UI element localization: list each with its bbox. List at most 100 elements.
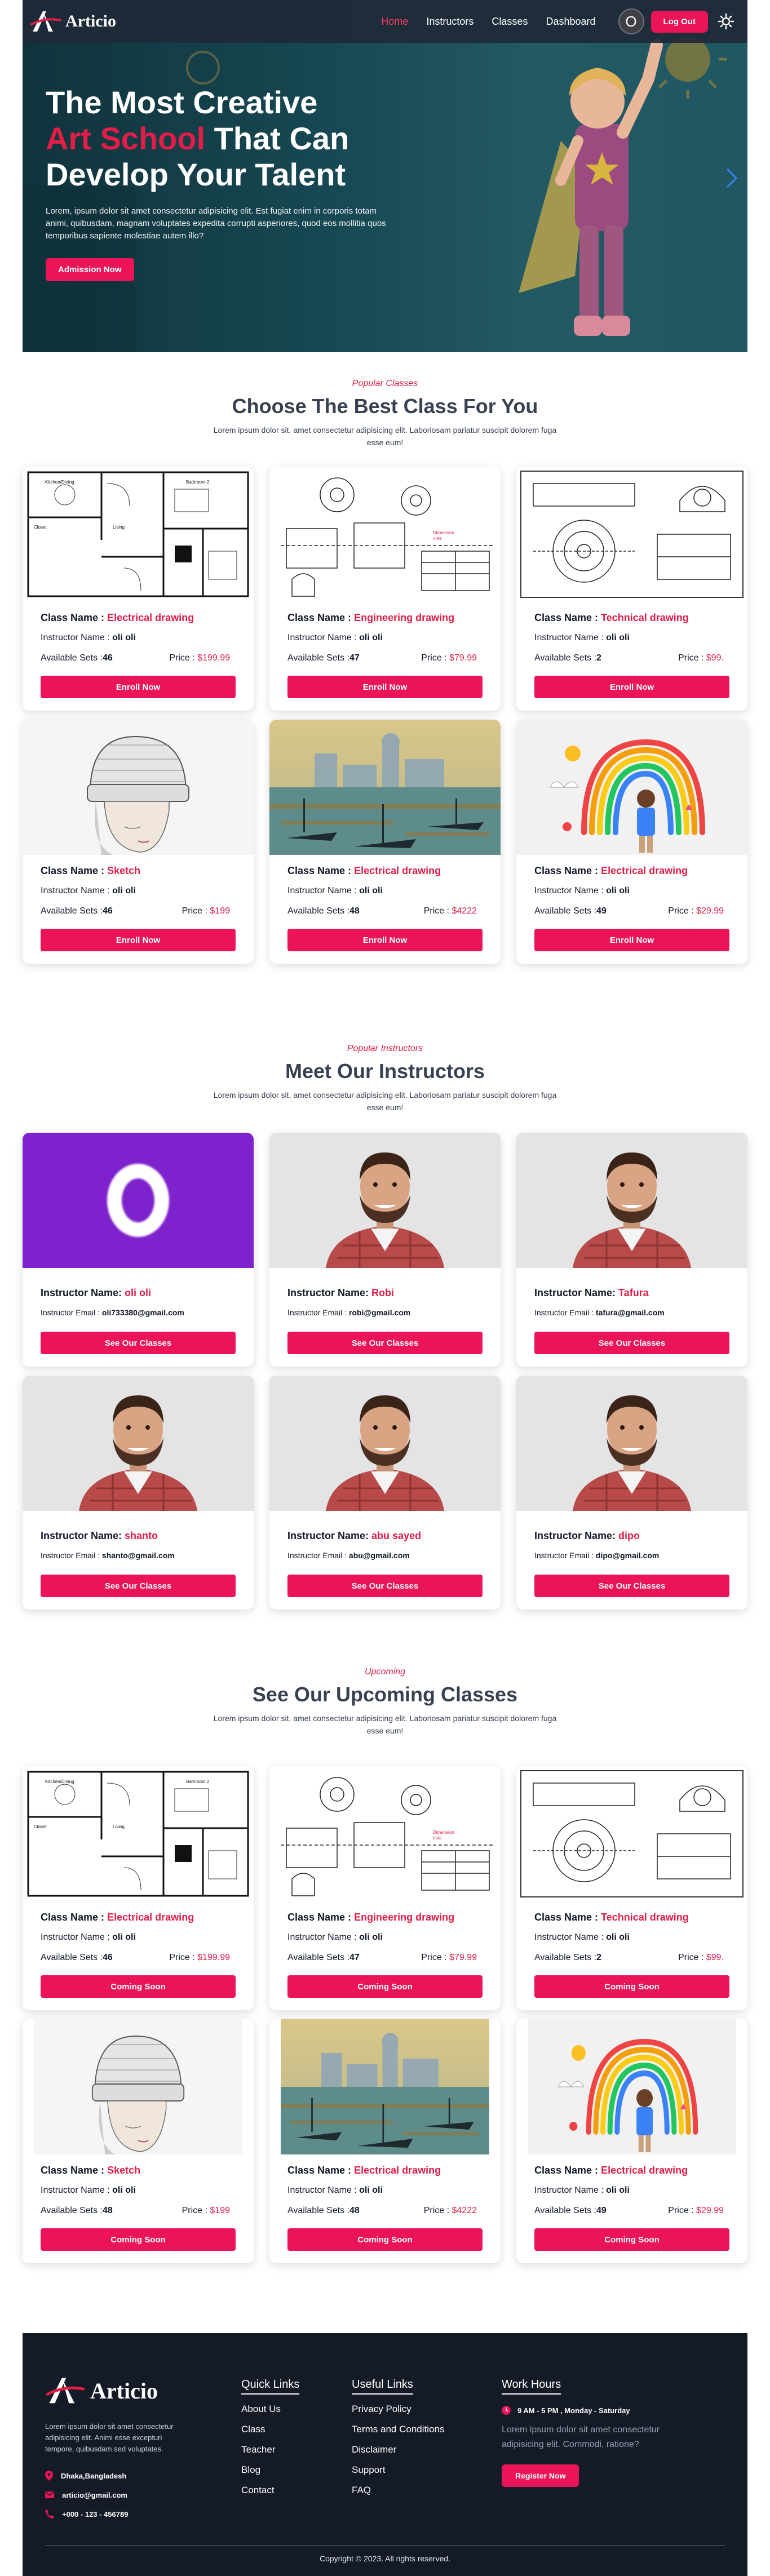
enroll-now-button[interactable]: Enroll Now xyxy=(534,929,729,951)
enroll-now-button[interactable]: Enroll Now xyxy=(534,676,729,698)
class-card-body: Class Name : Engineering drawing Instruct… xyxy=(269,602,501,711)
instructor-name: Instructor Name : oli oli xyxy=(534,1932,729,1943)
brand-name: Articio xyxy=(65,12,116,30)
sun-icon xyxy=(718,13,734,30)
instructor-email: Instructor Email : oli733380@gmail.com xyxy=(41,1308,236,1317)
svg-text:Dimension: Dimension xyxy=(433,1830,454,1835)
theme-toggle[interactable] xyxy=(716,11,736,32)
instructor-email-label: Instructor Email : xyxy=(287,1551,349,1560)
svg-text:Kitchen/Dining: Kitchen/Dining xyxy=(45,480,74,485)
class-price: Price : $99. xyxy=(678,1953,724,1963)
see-our-classes-button[interactable]: See Our Classes xyxy=(534,1332,729,1354)
svg-text:Closet: Closet xyxy=(34,525,47,530)
instructor-name-value: oli oli xyxy=(112,886,136,895)
instructor-name: Instructor Name : oli oli xyxy=(287,633,483,643)
class-meta-row: Available Sets :48 Price : $4222 xyxy=(287,906,483,916)
instructor-photo xyxy=(269,1376,501,1511)
popular-classes-grid: Closet Living Bathroom 2 Kitchen/Dining Clas… xyxy=(23,467,747,964)
footer-link-teacher[interactable]: Teacher xyxy=(241,2444,299,2455)
instructor-email: Instructor Email : abu@gmail.com xyxy=(287,1551,483,1560)
nav-link-dashboard[interactable]: Dashboard xyxy=(546,16,595,28)
footer-logo[interactable]: Articio xyxy=(45,2375,158,2406)
class-name-value: Electrical drawing xyxy=(354,2165,441,2176)
instructor-email-label: Instructor Email : xyxy=(41,1551,102,1560)
class-price: Price : $199 xyxy=(182,906,230,916)
instructor-name-label: Instructor Name : xyxy=(534,1932,607,1942)
class-card: Class Name : Electrical drawing Instructo… xyxy=(269,720,501,964)
logout-button[interactable]: Log Out xyxy=(650,10,708,33)
instructor-name: Instructor Name: Robi xyxy=(287,1287,483,1299)
see-our-classes-button[interactable]: See Our Classes xyxy=(41,1575,236,1597)
coming-soon-button[interactable]: Coming Soon xyxy=(287,2228,483,2251)
available-sets-value: 49 xyxy=(596,906,607,916)
class-name-label: Class Name : xyxy=(287,1912,355,1923)
instructors-header: Popular Instructors Meet Our Instructors… xyxy=(23,1044,747,1114)
class-image xyxy=(528,2019,736,2154)
class-name-value: Engineering drawing xyxy=(354,612,455,623)
enroll-now-button[interactable]: Enroll Now xyxy=(41,929,236,951)
see-our-classes-button[interactable]: See Our Classes xyxy=(287,1332,483,1354)
instructor-name-label: Instructor Name : xyxy=(41,2185,113,2195)
clock-icon xyxy=(502,2406,511,2415)
user-avatar[interactable]: O xyxy=(618,8,644,34)
register-now-button[interactable]: Register Now xyxy=(502,2464,579,2487)
enroll-now-button[interactable]: Enroll Now xyxy=(287,676,483,698)
admission-now-button[interactable]: Admission Now xyxy=(46,258,134,281)
enroll-now-button[interactable]: Enroll Now xyxy=(287,929,483,951)
class-card: Dimension note Class Name : Engineering dr… xyxy=(269,1766,501,2010)
coming-soon-button[interactable]: Coming Soon xyxy=(534,2228,729,2251)
avatar-letter xyxy=(107,1164,169,1237)
footer-link-disclaimer[interactable]: Disclaimer xyxy=(352,2444,444,2455)
footer-link-contact[interactable]: Contact xyxy=(241,2485,299,2496)
footer-email[interactable]: articio@gmail.com xyxy=(45,2485,128,2504)
see-our-classes-button[interactable]: See Our Classes xyxy=(41,1332,236,1354)
class-card-body: Class Name : Technical drawing Instructor… xyxy=(516,602,747,711)
nav-link-instructors[interactable]: Instructors xyxy=(426,16,473,28)
price-value: $199 xyxy=(210,906,230,916)
upcoming-classes-grid: Closet Living Bathroom 2 Kitchen/Dining Clas… xyxy=(23,1766,747,2263)
coming-soon-button[interactable]: Coming Soon xyxy=(41,2228,236,2251)
footer-link-blog[interactable]: Blog xyxy=(241,2464,299,2476)
class-meta-row: Available Sets :49 Price : $29.99 xyxy=(534,906,729,916)
nav-link-home[interactable]: Home xyxy=(381,16,408,28)
instructor-name-label: Instructor Name: xyxy=(41,1287,125,1298)
instructor-name: Instructor Name : oli oli xyxy=(287,2185,483,2196)
instructor-email-label: Instructor Email : xyxy=(534,1308,596,1317)
class-image: Dimension note xyxy=(269,467,501,602)
price-label: Price : xyxy=(668,2206,697,2215)
coming-soon-button[interactable]: Coming Soon xyxy=(41,1975,236,1998)
instructor-name-value: oli oli xyxy=(112,1932,136,1942)
see-our-classes-button[interactable]: See Our Classes xyxy=(287,1575,483,1597)
enroll-now-button[interactable]: Enroll Now xyxy=(41,676,236,698)
class-image: Dimension note xyxy=(269,1766,501,1901)
footer-link-privacy[interactable]: Privacy Policy xyxy=(352,2404,444,2415)
see-our-classes-button[interactable]: See Our Classes xyxy=(534,1575,729,1597)
footer-link-support[interactable]: Support xyxy=(352,2464,444,2476)
nav-link-classes[interactable]: Classes xyxy=(492,16,528,28)
class-meta-row: Available Sets :49 Price : $29.99 xyxy=(534,2206,729,2216)
price-value: $99. xyxy=(706,653,724,663)
footer-contact: Dhaka,Bangladesh articio@gmail.com +000 … xyxy=(45,2466,128,2524)
footer-link-class[interactable]: Class xyxy=(241,2424,299,2435)
footer-phone[interactable]: +000 - 123 - 456789 xyxy=(45,2504,128,2524)
class-card: Class Name : Sketch Instructor Name : oli… xyxy=(23,2019,254,2263)
footer-link-terms[interactable]: Terms and Conditions xyxy=(352,2424,444,2435)
class-card-body: Class Name : Electrical drawing Instructo… xyxy=(23,602,254,711)
page: The Most Creative Art School That Can De… xyxy=(0,0,770,2576)
instructor-name: Instructor Name : oli oli xyxy=(534,2185,729,2196)
coming-soon-button[interactable]: Coming Soon xyxy=(534,1975,729,1998)
brand-logo[interactable]: Articio xyxy=(29,9,116,34)
coming-soon-button[interactable]: Coming Soon xyxy=(287,1975,483,1998)
footer-col-title: Quick Links xyxy=(241,2378,300,2395)
chevron-right-icon[interactable] xyxy=(723,167,740,189)
instructor-name-label: Instructor Name : xyxy=(534,633,607,642)
footer-link-about[interactable]: About Us xyxy=(241,2404,299,2415)
available-sets-value: 46 xyxy=(103,906,113,916)
class-name-value: Electrical drawing xyxy=(601,2165,688,2176)
class-card: Closet Living Bathroom 2 Kitchen/Dining Clas… xyxy=(23,1766,254,2010)
footer-work-hours: Work Hours 9 AM - 5 PM , Monday - Saturd… xyxy=(502,2378,693,2487)
class-name-label: Class Name : xyxy=(287,2165,355,2176)
class-name: Class Name : Electrical drawing xyxy=(41,612,236,624)
footer-link-faq[interactable]: FAQ xyxy=(352,2485,444,2496)
mail-icon xyxy=(45,2491,54,2498)
